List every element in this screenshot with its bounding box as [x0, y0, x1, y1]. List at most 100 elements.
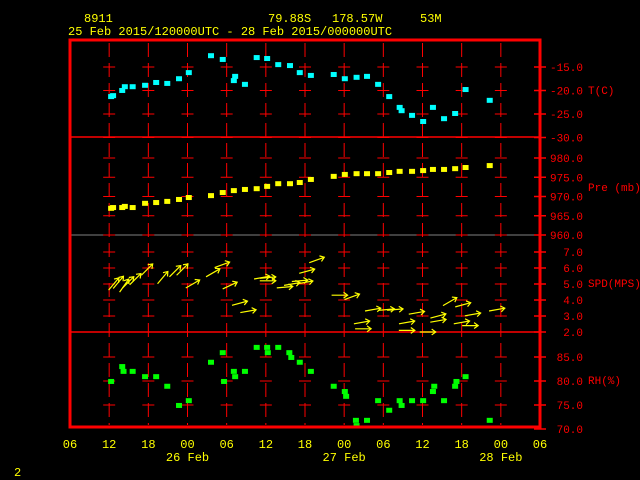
temp-point [452, 111, 459, 116]
pres-point [230, 188, 237, 194]
temp-point [353, 74, 360, 80]
wind-arrow [462, 322, 480, 330]
wind-arrow [169, 264, 182, 278]
grid [70, 43, 540, 425]
pres-point [486, 163, 493, 169]
wind-arrow [240, 307, 258, 314]
rh-point [330, 383, 337, 389]
rh-point [129, 368, 136, 374]
temp-axis-title: T(C) [588, 86, 614, 98]
temp-point [386, 94, 393, 100]
page-number: 2 [14, 466, 21, 480]
temp-point [176, 76, 183, 82]
temp-point [441, 116, 448, 122]
rh-point [396, 398, 403, 404]
x-tick-label: 18 [141, 438, 155, 452]
rh-point [398, 402, 405, 408]
temp-point [253, 55, 260, 61]
rh-point [230, 368, 237, 374]
rh-point [253, 344, 260, 350]
rh-point [409, 398, 416, 404]
rh-point [486, 417, 493, 423]
temp-point [341, 76, 348, 82]
axis-tick-label: -20.0 [550, 87, 583, 99]
axis-tick-label: 970.0 [550, 193, 583, 205]
pres-point [164, 198, 171, 204]
rh-point [208, 359, 214, 365]
axis-tick-label: -15.0 [550, 63, 583, 75]
wind-arrow [355, 325, 373, 333]
rh-point [119, 364, 126, 370]
latitude: 79.88S [268, 12, 311, 26]
x-tick-label: 00 [180, 438, 194, 452]
pres-point [286, 181, 293, 187]
wind-arrow [353, 318, 371, 326]
x-tick-label: 06 [63, 438, 77, 452]
axis-tick-label: 980.0 [550, 154, 583, 166]
axis-tick-label: 70.0 [557, 425, 583, 437]
temp-point [153, 79, 160, 85]
pres-point [364, 171, 371, 177]
pres-point [341, 171, 348, 177]
rh-point [219, 350, 226, 356]
wind-arrow [140, 263, 154, 276]
axis-tick-label: 3.0 [563, 312, 583, 324]
rh-point [420, 398, 427, 404]
rh-point [232, 374, 239, 380]
meteogram: 8911 79.88S 178.57W 53M 25 Feb 2015/1200… [14, 12, 640, 480]
rh-point [386, 407, 393, 413]
axis-tick-label: 965.0 [550, 212, 583, 224]
pres-point [409, 168, 416, 174]
rh-point [296, 359, 303, 365]
x-tick-label: 06 [219, 438, 233, 452]
temp-point [185, 70, 192, 76]
wind-arrow [205, 267, 221, 278]
x-tick-label: 18 [298, 438, 312, 452]
pres-point [452, 166, 459, 172]
rh-point [364, 417, 371, 423]
axis-tick-label: 75.0 [557, 401, 583, 413]
pres-point [396, 168, 403, 174]
wind-arrow-shaft [276, 285, 293, 289]
pres-point [185, 195, 192, 201]
wind-arrow [309, 255, 326, 264]
axis-tick-label: 7.0 [563, 248, 583, 260]
rh-point [275, 344, 282, 350]
temp-point [241, 81, 248, 87]
date-label: 28 Feb [479, 451, 522, 465]
date-label: 26 Feb [166, 451, 209, 465]
rh-point [164, 383, 171, 389]
temp-point [398, 108, 405, 114]
pres-point [129, 205, 136, 211]
pres-point [208, 193, 214, 199]
pres-point [121, 203, 128, 209]
rh-point [341, 389, 348, 395]
pres-point [330, 173, 337, 179]
rh-point [142, 374, 149, 380]
pres-point [441, 166, 448, 172]
x-tick-label: 00 [494, 438, 508, 452]
wind-arrow [430, 311, 447, 319]
rh-point [241, 368, 248, 374]
wind-arrow [455, 300, 472, 308]
temp-point [208, 53, 214, 59]
x-tick-label: 06 [376, 438, 390, 452]
temp-point [110, 93, 117, 99]
time-axis: 06 12 18 00 06 12 18 00 06 12 18 00 06 26 Feb 27 Feb 28… [63, 438, 547, 465]
pres-point [375, 171, 382, 177]
pres-point [253, 186, 260, 192]
temp-point [121, 84, 128, 90]
temp-point [275, 62, 282, 68]
pres-point [110, 205, 117, 211]
temp-point [375, 81, 382, 87]
wind-arrow [364, 305, 382, 313]
rh-point [462, 374, 469, 380]
pres-point [353, 171, 360, 177]
station-id: 8911 [84, 12, 113, 26]
temp-point [129, 84, 136, 90]
pres-point [429, 166, 436, 172]
pres-point [307, 176, 314, 182]
axis-tick-label: 975.0 [550, 173, 583, 185]
pres-point [241, 186, 248, 192]
rh-point [343, 393, 350, 399]
